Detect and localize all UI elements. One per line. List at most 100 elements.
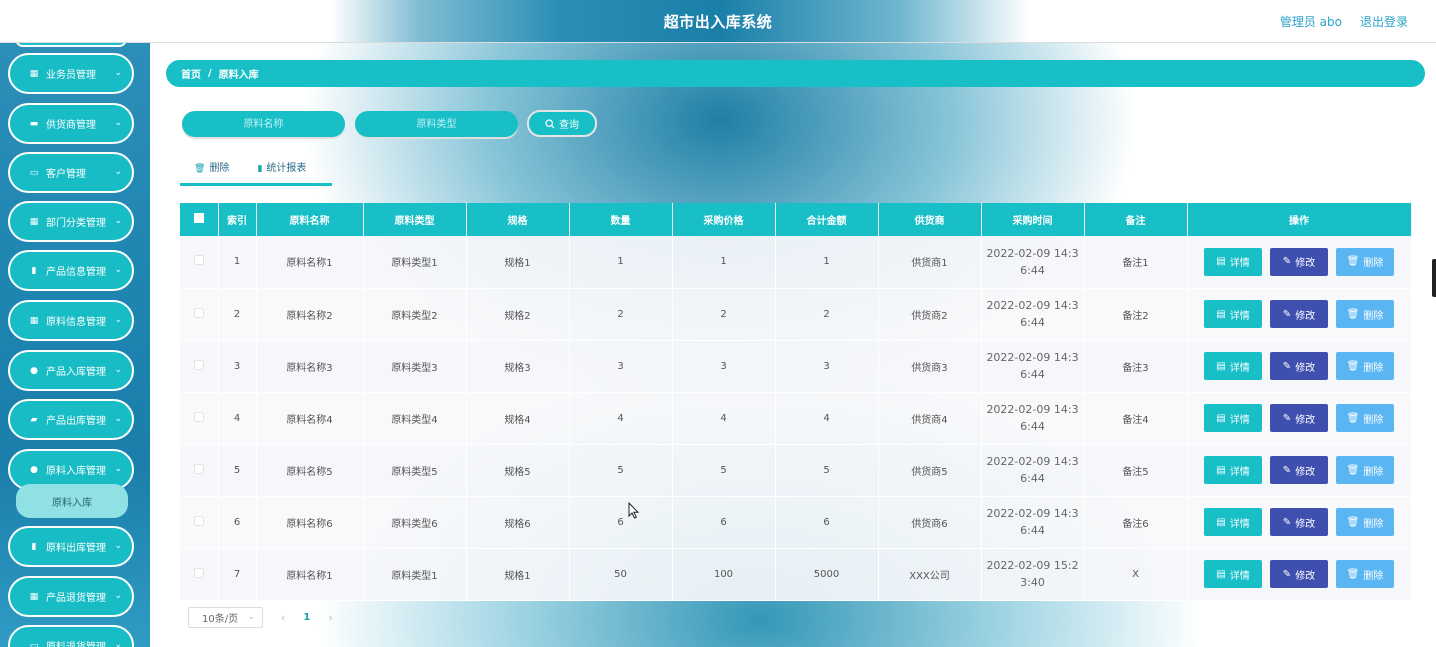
sidebar-item[interactable]: ▮ 原料出库管理 ⌄ bbox=[8, 526, 134, 567]
detail-button[interactable]: ▤ 详情 bbox=[1204, 247, 1262, 276]
chevron-down-icon: ⌄ bbox=[114, 265, 122, 275]
row-checkbox[interactable] bbox=[193, 307, 204, 318]
page-size-value: 10条/页 bbox=[202, 614, 239, 625]
sidebar-item[interactable]: ▭ 客户管理 ⌄ bbox=[8, 152, 134, 193]
detail-button[interactable]: ▤ 详情 bbox=[1204, 456, 1262, 484]
pencil-icon: ✎ bbox=[1282, 464, 1292, 476]
row-checkbox[interactable] bbox=[193, 515, 204, 526]
row-checkbox[interactable] bbox=[193, 359, 204, 370]
delete-button[interactable]: 🗑 删除 bbox=[1336, 352, 1394, 380]
sidebar-item[interactable]: ▰ 产品出库管理 ⌄ bbox=[8, 399, 134, 440]
sidebar-subitem-material-inbound[interactable]: 原料入库 bbox=[16, 484, 128, 518]
edit-button[interactable]: ✎ 修改 bbox=[1270, 456, 1328, 484]
sidebar-item-label: 业务员管理 bbox=[46, 70, 96, 81]
edit-button[interactable]: ✎ 修改 bbox=[1270, 560, 1328, 588]
current-user[interactable]: 管理员 abo bbox=[1280, 13, 1342, 30]
next-page-icon[interactable]: › bbox=[328, 611, 332, 624]
sidebar-item[interactable]: ▭ 原料退货管理 ⌄ bbox=[8, 625, 134, 647]
table-cell-qty: 4 bbox=[569, 392, 673, 445]
table-cell-supplier: 供货商2 bbox=[878, 288, 982, 341]
select-all-cell[interactable] bbox=[180, 203, 219, 236]
edit-button-label: 修改 bbox=[1295, 518, 1316, 530]
detail-button[interactable]: ▤ 详情 bbox=[1204, 352, 1262, 380]
material-name-search-input[interactable] bbox=[182, 111, 345, 137]
table-cell-qty: 5 bbox=[569, 444, 673, 497]
edit-button[interactable]: ✎ 修改 bbox=[1270, 300, 1328, 328]
logout-link[interactable]: 退出登录 bbox=[1360, 13, 1408, 30]
time-line-2: 6:44 bbox=[1020, 316, 1045, 329]
delete-button[interactable]: 🗑 删除 bbox=[1336, 404, 1394, 432]
report-tab[interactable]: ▮ 统计报表 bbox=[243, 160, 320, 183]
delete-button[interactable]: 🗑 删除 bbox=[1336, 560, 1394, 588]
search-button[interactable]: 查询 bbox=[527, 110, 597, 137]
edit-button[interactable]: ✎ 修改 bbox=[1270, 404, 1328, 432]
page-size-select[interactable]: 10条/页 ⌄ bbox=[188, 607, 263, 628]
detail-button[interactable]: ▤ 详情 bbox=[1204, 508, 1262, 536]
sidebar-item[interactable]: ● 产品入库管理 ⌄ bbox=[8, 350, 134, 391]
sidebar-item[interactable]: ▦ 产品退货管理 ⌄ bbox=[8, 576, 134, 617]
time-line-2: 6:44 bbox=[1020, 263, 1045, 277]
delete-button[interactable]: 🗑 删除 bbox=[1336, 456, 1394, 484]
table-cell-actions: ▤ 详情 ✎ 修改 🗑 删除 bbox=[1187, 236, 1412, 289]
table-cell-qty: 6 bbox=[569, 496, 673, 549]
column-header: 操作 bbox=[1187, 203, 1412, 236]
breadcrumb-home[interactable]: 首页 bbox=[181, 66, 201, 81]
table-row: 3 原料名称3 原料类型3 规格3 3 3 3 供货商3 2022-02-09 14:3 6:44… bbox=[180, 340, 1412, 393]
edit-button[interactable]: ✎ 修改 bbox=[1270, 352, 1328, 380]
sidebar-item[interactable]: ▦ 业务员管理 ⌄ bbox=[8, 53, 134, 94]
sidebar-item-partial[interactable] bbox=[15, 43, 127, 47]
table-cell-total: 6 bbox=[775, 496, 879, 549]
delete-button[interactable]: 🗑 删除 bbox=[1336, 508, 1394, 536]
column-header: 规格 bbox=[466, 203, 570, 236]
pencil-icon: ✎ bbox=[1282, 360, 1292, 372]
pencil-icon: ✎ bbox=[1282, 516, 1292, 528]
detail-button[interactable]: ▤ 详情 bbox=[1204, 560, 1262, 588]
table-cell-price: 5 bbox=[672, 444, 776, 497]
sidebar-item[interactable]: ▮ 产品信息管理 ⌄ bbox=[8, 250, 134, 291]
pencil-icon: ✎ bbox=[1282, 308, 1292, 320]
pencil-icon: ✎ bbox=[1282, 568, 1292, 580]
material-inbound-table: 索引 原料名称 原料类型 规格 数量 采购价格 合计金额 供货商 采购时间 备注… bbox=[180, 203, 1412, 601]
prev-page-icon[interactable]: ‹ bbox=[281, 611, 285, 624]
current-page-number[interactable]: 1 bbox=[303, 612, 310, 623]
edit-button[interactable]: ✎ 修改 bbox=[1270, 247, 1328, 276]
select-all-checkbox[interactable] bbox=[193, 213, 204, 223]
table-cell-time: 2022-02-09 14:3 6:44 bbox=[981, 340, 1085, 393]
delete-button[interactable]: 🗑 删除 bbox=[1336, 300, 1394, 328]
bar-chart-icon: ▮ bbox=[257, 164, 263, 174]
edit-button[interactable]: ✎ 修改 bbox=[1270, 508, 1328, 536]
table-cell-idx: 5 bbox=[218, 444, 257, 497]
detail-button[interactable]: ▤ 详情 bbox=[1204, 300, 1262, 328]
chevron-down-icon: ⌄ bbox=[114, 464, 122, 474]
sidebar-item[interactable]: ▦ 部门分类管理 ⌄ bbox=[8, 201, 134, 242]
table-cell-qty: 2 bbox=[569, 288, 673, 341]
breadcrumb-current: 原料入库 bbox=[218, 70, 259, 81]
table-cell-supplier: 供货商5 bbox=[878, 444, 982, 497]
material-type-search-input[interactable] bbox=[355, 111, 518, 137]
chevron-down-icon: ⌄ bbox=[114, 365, 122, 375]
sidebar: ▦ 业务员管理 ⌄ ▬ 供货商管理 ⌄ ▭ 客户管理 ⌄ ▦ 部门分类管理 ⌄ ▮ 产品信息管理 ⌄ ▦ 原料信… bbox=[0, 43, 150, 647]
delete-tab[interactable]: 🗑 删除 bbox=[180, 160, 243, 183]
row-select-cell bbox=[180, 392, 219, 445]
table-cell-type: 原料类型1 bbox=[363, 548, 467, 601]
trash-icon: 🗑 bbox=[1346, 464, 1360, 476]
scroll-handle[interactable] bbox=[1432, 259, 1436, 297]
sidebar-item[interactable]: ▬ 供货商管理 ⌄ bbox=[8, 103, 134, 144]
edit-button-label: 修改 bbox=[1295, 258, 1316, 270]
detail-button[interactable]: ▤ 详情 bbox=[1204, 404, 1262, 432]
detail-button-label: 详情 bbox=[1229, 310, 1250, 322]
table-cell-type: 原料类型4 bbox=[363, 392, 467, 445]
table-cell-idx: 7 bbox=[218, 548, 257, 601]
row-checkbox[interactable] bbox=[193, 255, 204, 266]
table-cell-total: 4 bbox=[775, 392, 879, 445]
sidebar-item[interactable]: ▦ 原料信息管理 ⌄ bbox=[8, 300, 134, 341]
table-cell-total: 2 bbox=[775, 288, 879, 341]
row-checkbox[interactable] bbox=[193, 567, 204, 578]
table-cell-name: 原料名称6 bbox=[256, 496, 364, 549]
edit-button-label: 修改 bbox=[1295, 362, 1316, 374]
time-line-1: 2022-02-09 14:3 bbox=[986, 246, 1079, 260]
delete-button[interactable]: 🗑 删除 bbox=[1336, 247, 1394, 276]
row-checkbox[interactable] bbox=[193, 463, 204, 474]
row-checkbox[interactable] bbox=[193, 411, 204, 422]
table-cell-supplier: 供货商6 bbox=[878, 496, 982, 549]
